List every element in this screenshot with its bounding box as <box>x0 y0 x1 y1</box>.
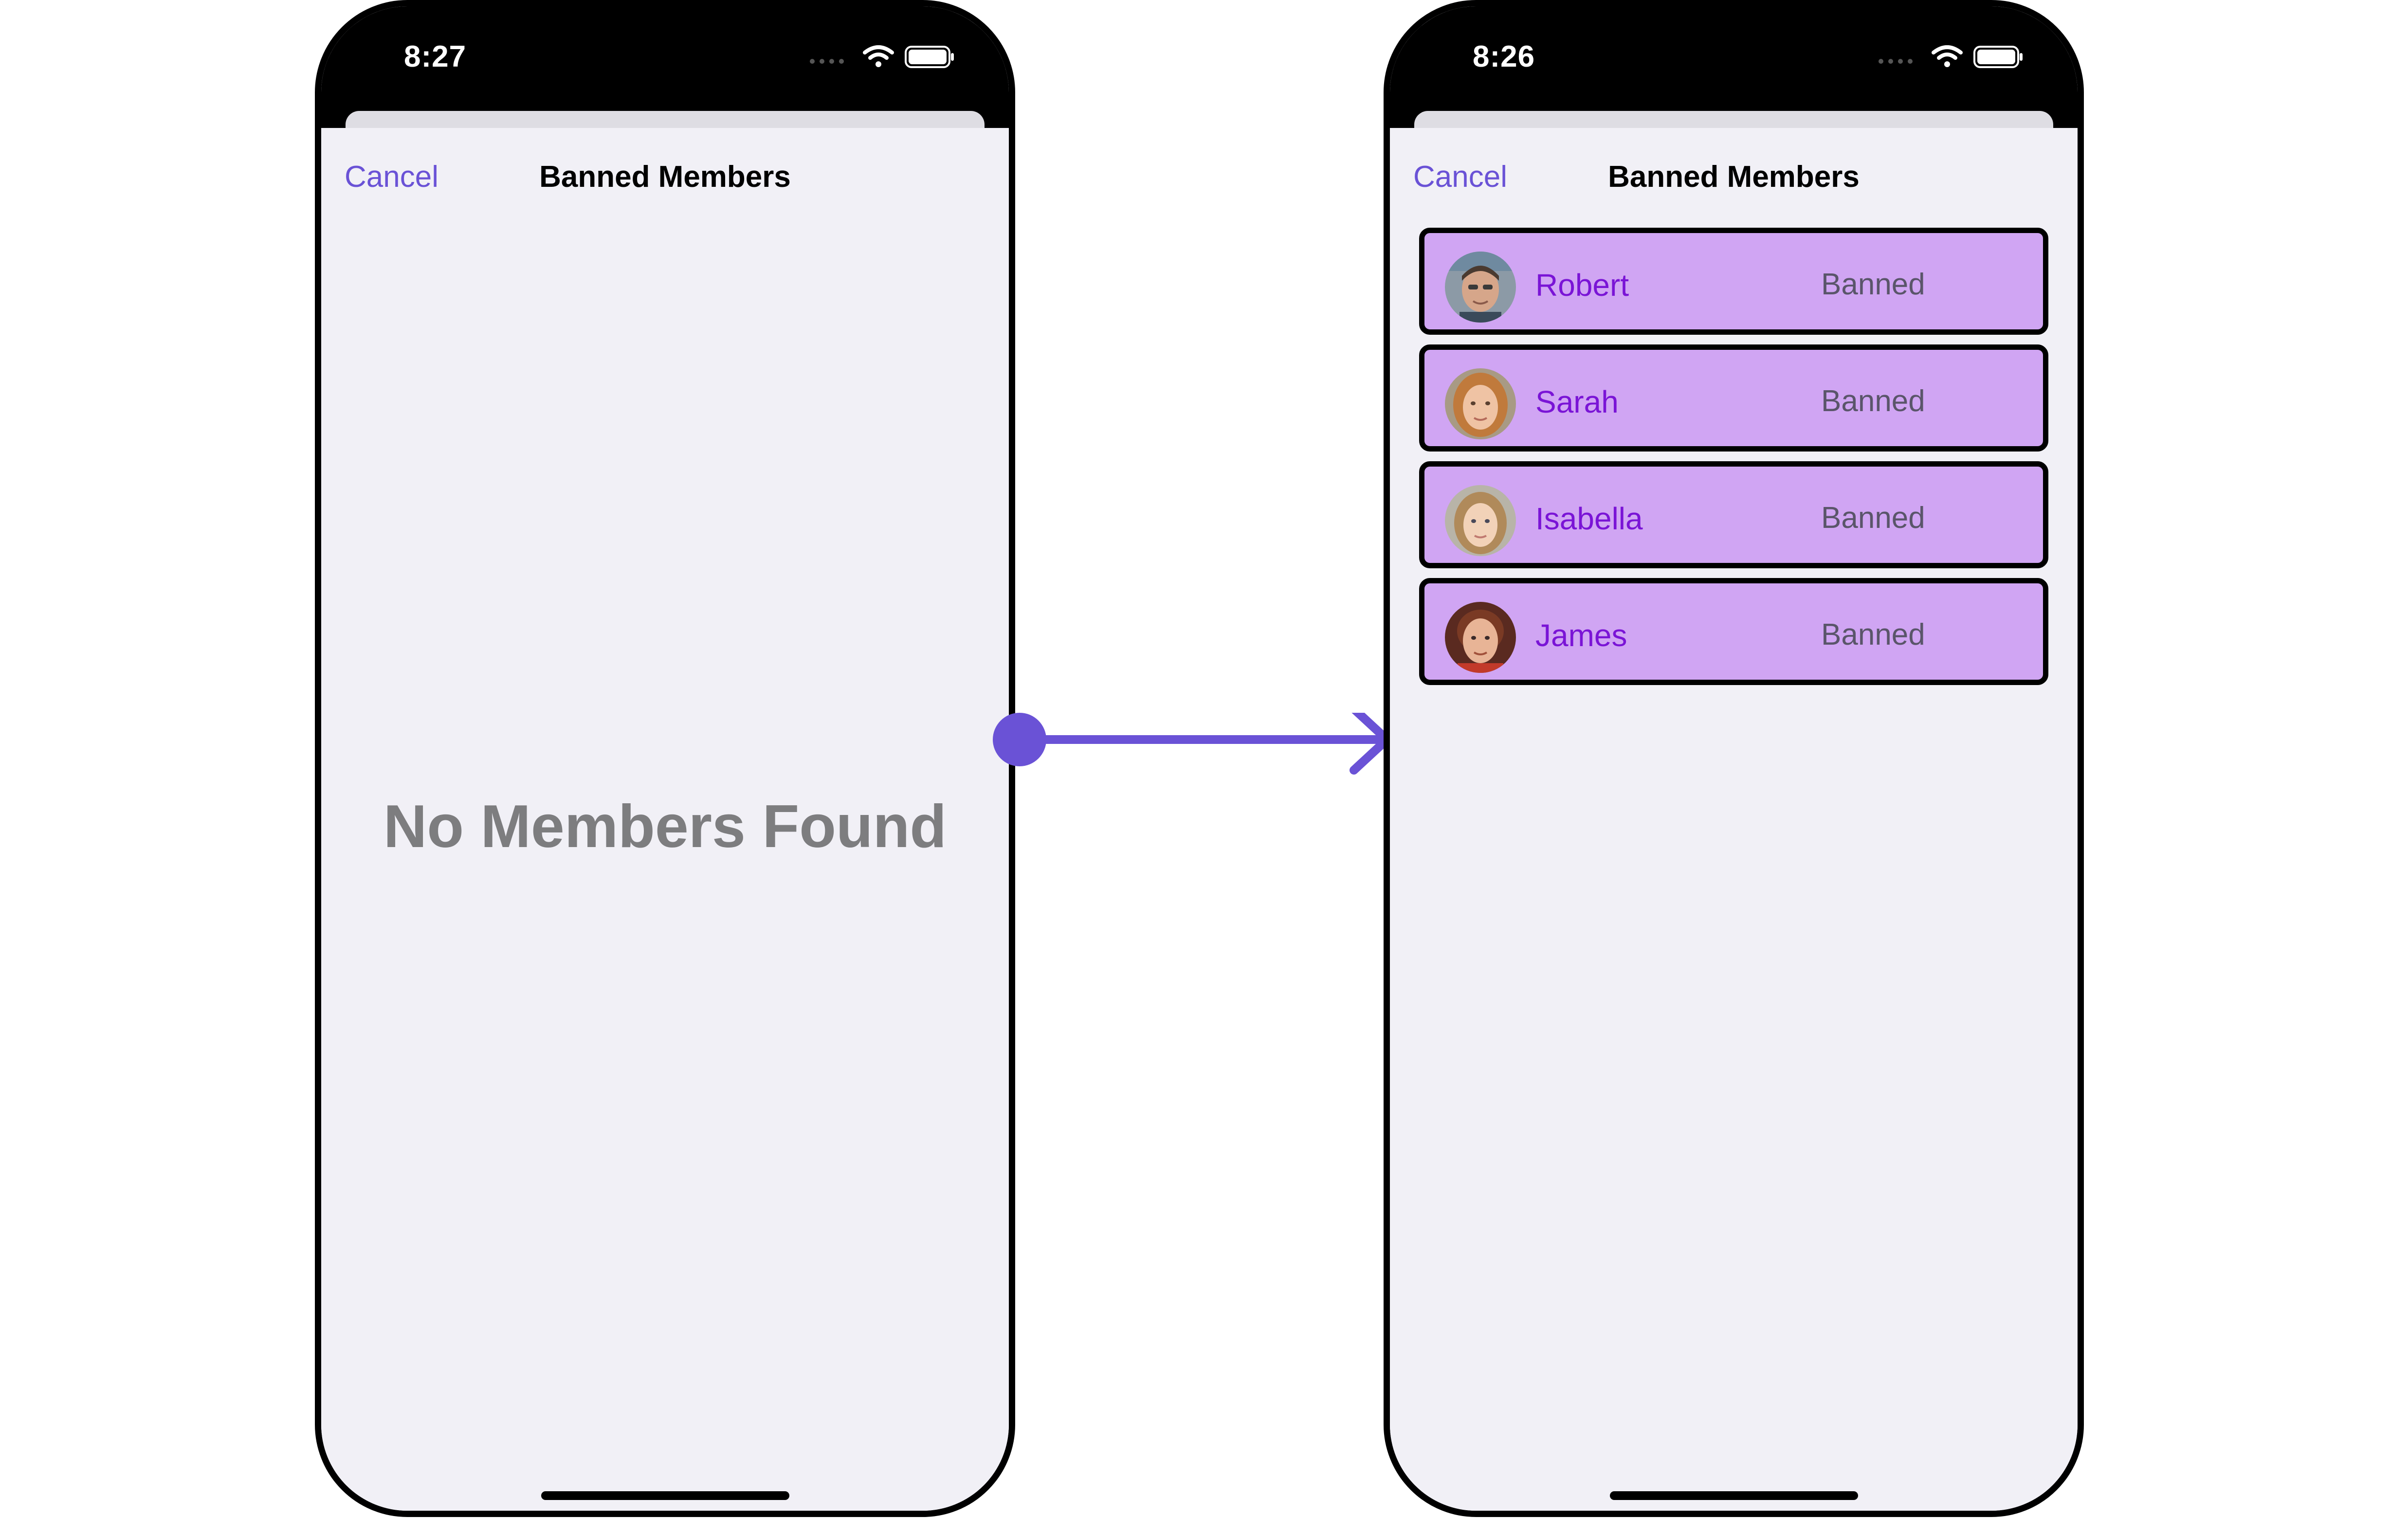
robert-avatar <box>1445 252 1516 323</box>
member-name: Robert <box>1535 268 1629 303</box>
banned-members-sheet: Banned Members Cancel Robert Banned Sara… <box>1390 128 2078 1511</box>
banned-members-sheet: Banned Members Cancel No Members Found <box>321 128 1009 1511</box>
member-name: Sarah <box>1535 384 1619 419</box>
empty-state-message: No Members Found <box>383 793 947 860</box>
status-bar: 8:26 <box>1390 6 2078 128</box>
sheet-edge <box>346 111 985 130</box>
member-status: Banned <box>1821 618 1925 651</box>
avatar <box>1445 252 1516 323</box>
cancel-button[interactable]: Cancel <box>1413 160 1507 194</box>
member-name: Isabella <box>1535 501 1643 536</box>
status-time: 8:26 <box>1473 40 1535 73</box>
james-avatar <box>1445 602 1516 673</box>
avatar <box>1445 602 1516 673</box>
member-status: Banned <box>1821 268 1925 301</box>
member-row[interactable]: Sarah Banned <box>1419 344 2048 452</box>
home-indicator[interactable] <box>1609 1491 1858 1500</box>
status-icons <box>1878 43 2024 72</box>
wifi-icon <box>863 45 894 67</box>
status-time: 8:27 <box>404 40 467 73</box>
banned-members-list: Robert Banned Sarah Banned Isabella Bann… <box>1419 228 2048 695</box>
status-icons <box>809 43 955 72</box>
wifi-icon <box>1932 45 1963 67</box>
sarah-avatar <box>1445 368 1516 439</box>
member-status: Banned <box>1821 501 1925 535</box>
member-row[interactable]: Robert Banned <box>1419 228 2048 335</box>
battery-icon <box>1973 46 2023 68</box>
avatar <box>1445 485 1516 556</box>
status-bar: 8:27 <box>321 6 1009 128</box>
cellular-signal-icon <box>1879 59 1913 64</box>
phone-screen-members: 8:26 Banned Members Cancel Robert Banned… <box>1384 0 2084 1517</box>
member-row[interactable]: James Banned <box>1419 578 2048 685</box>
isabella-avatar <box>1445 485 1516 556</box>
transition-arrow-icon <box>993 713 1391 775</box>
member-row[interactable]: Isabella Banned <box>1419 461 2048 568</box>
cancel-button[interactable]: Cancel <box>345 160 438 194</box>
member-status: Banned <box>1821 384 1925 418</box>
avatar <box>1445 368 1516 439</box>
sheet-edge <box>1414 111 2053 130</box>
phone-screen-empty: 8:27 Banned Members Cancel No Members Fo… <box>315 0 1015 1517</box>
member-name: James <box>1535 618 1627 653</box>
cellular-signal-icon <box>810 59 844 64</box>
battery-icon <box>905 46 954 68</box>
home-indicator[interactable] <box>541 1491 789 1500</box>
